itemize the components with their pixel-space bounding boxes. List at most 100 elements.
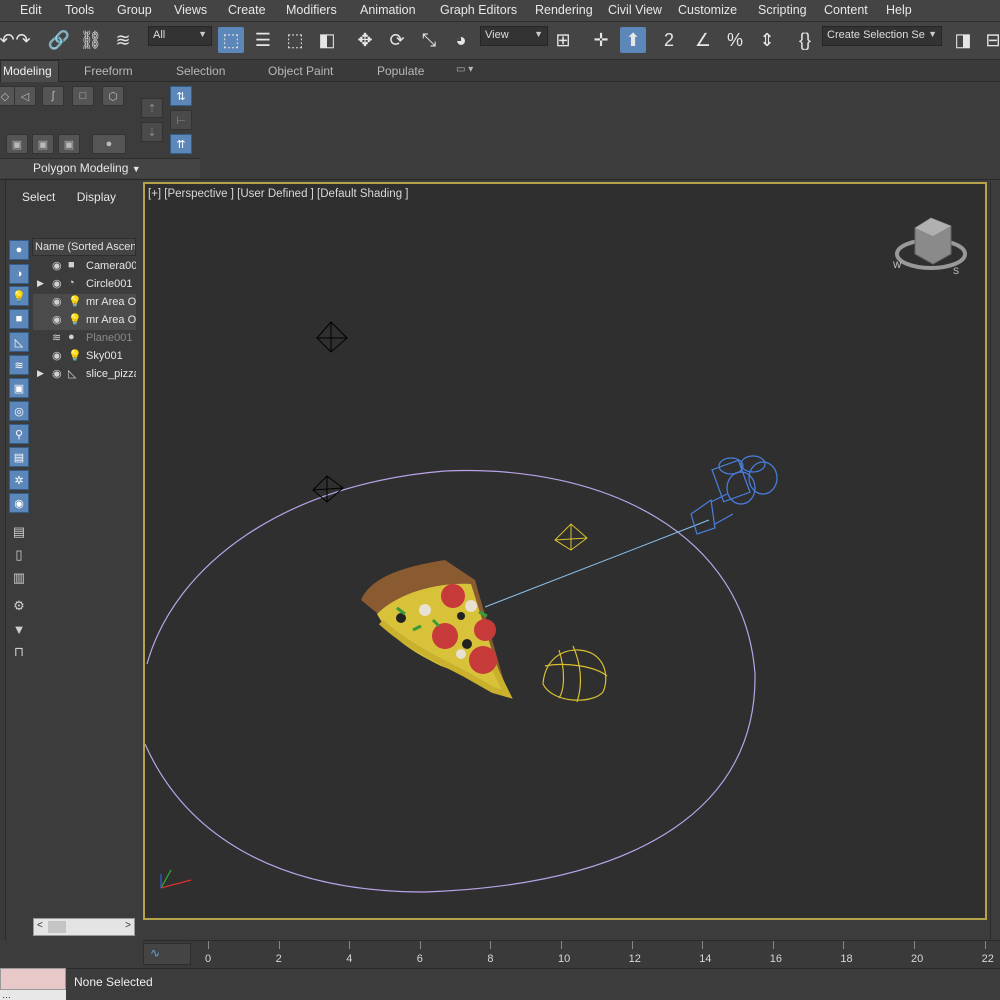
ribbon-tool-icon[interactable]: ▣: [32, 134, 54, 154]
menu-help[interactable]: Help: [886, 3, 912, 17]
rectangular-selection-icon[interactable]: ⬚: [282, 27, 308, 53]
tree-row-sky[interactable]: ◉ 💡 Sky001: [33, 348, 136, 366]
filter-shapes-icon[interactable]: ◑: [9, 264, 29, 284]
ribbon-tool-icon[interactable]: ∫: [42, 86, 64, 106]
tree-row-camera[interactable]: ◉ ■ Camera001: [33, 258, 136, 276]
explorer-horizontal-scrollbar[interactable]: < >: [33, 918, 135, 936]
link-icon[interactable]: 🔗: [46, 27, 72, 53]
ribbon-tool-icon[interactable]: ⇣: [141, 122, 163, 142]
select-invert-icon[interactable]: ▥: [9, 568, 29, 588]
scale-icon[interactable]: ⤡: [416, 27, 442, 53]
bind-space-warp-icon[interactable]: ≋: [110, 27, 136, 53]
tab-modeling[interactable]: Modeling: [0, 60, 59, 82]
filter-geometry-icon[interactable]: ●: [9, 240, 29, 260]
select-none-icon[interactable]: ▯: [9, 545, 29, 565]
edit-named-selection-icon[interactable]: {}: [792, 27, 818, 53]
display-children-icon[interactable]: ⊓: [9, 642, 29, 662]
explorer-tab-select[interactable]: Select: [22, 190, 55, 204]
ribbon-tool-icon[interactable]: ⊢: [170, 110, 192, 130]
select-by-name-icon[interactable]: ☰: [250, 27, 276, 53]
tree-row-plane[interactable]: ≋ ● Plane001: [33, 330, 136, 348]
pivot-center-icon[interactable]: ⊞: [550, 27, 576, 53]
align-icon[interactable]: ⊟: [980, 27, 1000, 53]
percent-snap-icon[interactable]: %: [722, 27, 748, 53]
ribbon-tool-icon[interactable]: ⬡: [102, 86, 124, 106]
maxscript-listener-output[interactable]: …: [0, 990, 66, 1000]
time-slider-track[interactable]: ∿ 0 2 4 6 8 10 12 14 16 18 20 22: [143, 940, 1000, 968]
filter-funnel-icon[interactable]: ▼: [9, 619, 29, 639]
menu-animation[interactable]: Animation: [360, 3, 416, 17]
filter-particles-icon[interactable]: ✲: [9, 470, 29, 490]
tree-row-light[interactable]: ◉ 💡 mr Area Omni001: [33, 294, 136, 312]
filter-space-warps-icon[interactable]: ≋: [9, 355, 29, 375]
explorer-tab-display[interactable]: Display: [77, 190, 116, 204]
select-object-icon[interactable]: ⬚: [218, 27, 244, 53]
scroll-thumb[interactable]: [48, 921, 66, 933]
eye-icon[interactable]: ◉: [52, 313, 62, 326]
menu-rendering[interactable]: Rendering: [535, 3, 593, 17]
unlink-icon[interactable]: ⛓: [78, 27, 104, 53]
menu-tools[interactable]: Tools: [65, 3, 94, 17]
redo-icon[interactable]: ↷: [10, 27, 36, 53]
ribbon-tool-icon[interactable]: ◁: [14, 86, 36, 106]
filter-settings-icon[interactable]: ⚙: [9, 596, 29, 616]
tab-populate[interactable]: Populate: [377, 64, 424, 78]
filter-bones-icon[interactable]: ⚲: [9, 424, 29, 444]
spinner-snap-icon[interactable]: ⇕: [754, 27, 780, 53]
curve-editor-icon[interactable]: ∿: [143, 943, 191, 965]
filter-lights-icon[interactable]: 💡: [9, 286, 29, 306]
snaps-toggle-icon[interactable]: 2: [656, 27, 682, 53]
ribbon-tool-icon[interactable]: □: [72, 86, 94, 106]
filter-xrefs-icon[interactable]: ◎: [9, 401, 29, 421]
eye-icon[interactable]: ◉: [52, 259, 62, 272]
expand-arrow-icon[interactable]: ▶: [37, 278, 44, 289]
tab-object-paint[interactable]: Object Paint: [268, 64, 333, 78]
mirror-icon[interactable]: ◨: [950, 27, 976, 53]
eye-icon[interactable]: ◉: [52, 367, 62, 380]
menu-content[interactable]: Content: [824, 3, 868, 17]
menu-modifiers[interactable]: Modifiers: [286, 3, 337, 17]
tree-row-light[interactable]: ◉ 💡 mr Area Omni002: [33, 312, 136, 330]
menu-graph-editors[interactable]: Graph Editors: [440, 3, 517, 17]
scroll-right-icon[interactable]: >: [125, 920, 131, 931]
named-selection-dropdown[interactable]: Create Selection Se ▼: [822, 26, 942, 46]
place-icon[interactable]: ◕: [448, 27, 474, 53]
window-crossing-icon[interactable]: ◧: [314, 27, 340, 53]
tab-freeform[interactable]: Freeform: [84, 64, 133, 78]
menu-customize[interactable]: Customize: [678, 3, 737, 17]
menu-group[interactable]: Group: [117, 3, 152, 17]
hidden-layer-icon[interactable]: ≋: [52, 331, 61, 344]
scroll-left-icon[interactable]: <: [37, 920, 43, 931]
select-all-icon[interactable]: ▤: [9, 522, 29, 542]
tab-selection[interactable]: Selection: [176, 64, 225, 78]
menu-civil-view[interactable]: Civil View: [608, 3, 662, 17]
viewport-label[interactable]: [+] [Perspective ] [User Defined ] [Defa…: [148, 188, 408, 200]
eye-icon[interactable]: ◉: [52, 295, 62, 308]
ribbon-options-icon[interactable]: ▭ ▾: [456, 64, 473, 75]
ribbon-tool-icon[interactable]: ▣: [58, 134, 80, 154]
reference-coordinate-dropdown[interactable]: View ▼: [480, 26, 548, 46]
filter-helpers-icon[interactable]: ◺: [9, 332, 29, 352]
ribbon-toggle-icon[interactable]: ⇅: [170, 86, 192, 106]
angle-snap-icon[interactable]: ∠: [690, 27, 716, 53]
filter-groups-icon[interactable]: ▣: [9, 378, 29, 398]
selection-filter-dropdown[interactable]: All ▼: [148, 26, 212, 46]
filter-containers-icon[interactable]: ▤: [9, 447, 29, 467]
filter-cameras-icon[interactable]: ■: [9, 309, 29, 329]
rotate-icon[interactable]: ⟳: [384, 27, 410, 53]
viewport-scene[interactable]: W S: [145, 184, 989, 922]
ribbon-tool-icon[interactable]: ⇡: [141, 98, 163, 118]
move-icon[interactable]: ✥: [352, 27, 378, 53]
eye-icon[interactable]: ◉: [52, 349, 62, 362]
filter-visibility-icon[interactable]: ◉: [9, 493, 29, 513]
ribbon-toggle-icon[interactable]: ⇈: [170, 134, 192, 154]
menu-views[interactable]: Views: [174, 3, 207, 17]
ribbon-tool-icon[interactable]: ●: [92, 134, 126, 154]
ribbon-tool-icon[interactable]: ▣: [6, 134, 28, 154]
polygon-modeling-panel-label[interactable]: Polygon Modeling ▼: [0, 158, 200, 178]
keyboard-shortcut-override-icon[interactable]: ⬆: [620, 27, 646, 53]
explorer-column-header[interactable]: Name (Sorted Ascending): [32, 238, 136, 256]
perspective-viewport[interactable]: W S [+] [Perspective ] [User Defined ] […: [143, 182, 987, 920]
eye-icon[interactable]: ◉: [52, 277, 62, 290]
menu-scripting[interactable]: Scripting: [758, 3, 807, 17]
